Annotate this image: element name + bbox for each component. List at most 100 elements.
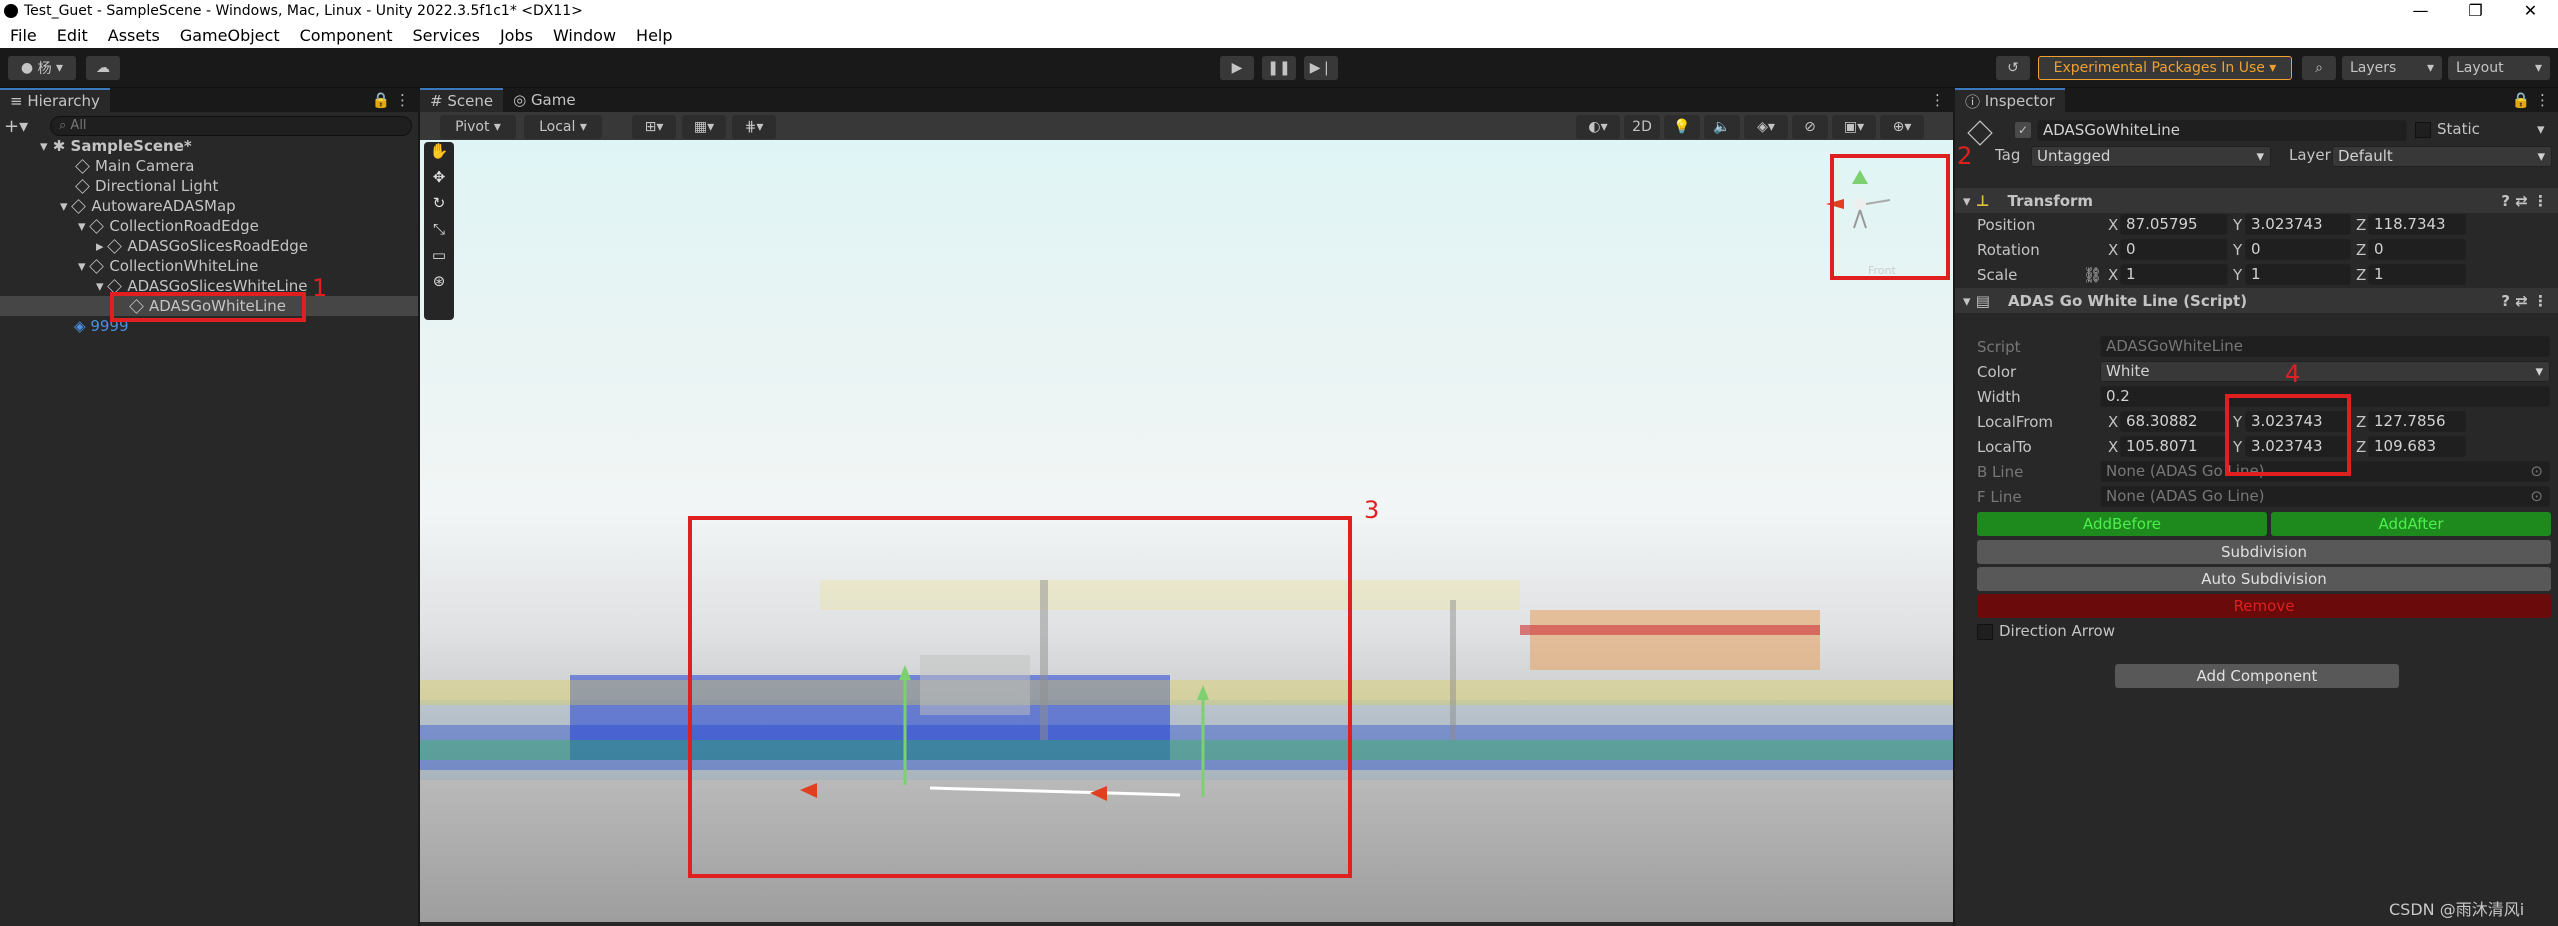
local-dropdown[interactable]: Local ▾ xyxy=(524,115,602,139)
help-icon[interactable]: ? ⇄ ⋮ xyxy=(2501,192,2548,210)
direction-arrow-checkbox[interactable] xyxy=(1977,624,1993,640)
step-icon[interactable]: ▶❘ xyxy=(1304,56,1338,80)
scale-tool-icon[interactable]: ⤡ xyxy=(424,220,454,246)
scale-x-field[interactable]: 1 xyxy=(2120,264,2228,285)
rotation-x-field[interactable]: 0 xyxy=(2120,239,2228,260)
add-component-button[interactable]: Add Component xyxy=(2115,664,2399,688)
list-item[interactable]: ▾ CollectionRoadEdge xyxy=(78,216,259,236)
menu-help[interactable]: Help xyxy=(626,26,682,45)
tab-hierarchy[interactable]: ≡ Hierarchy xyxy=(0,88,110,112)
search-icon[interactable]: ⌕ xyxy=(2302,56,2336,80)
menu-gameobject[interactable]: GameObject xyxy=(170,26,290,45)
position-z-field[interactable]: 118.7343 xyxy=(2368,214,2466,235)
rotate-tool-icon[interactable]: ↻ xyxy=(424,194,454,220)
lighting-icon[interactable]: 💡 xyxy=(1664,115,1700,139)
help-icon[interactable]: ? ⇄ ⋮ xyxy=(2501,292,2548,310)
f-line-field[interactable]: None (ADAS Go Line) ⊙ xyxy=(2100,486,2550,507)
account-button[interactable]: ● 杨 ▾ xyxy=(8,56,76,80)
list-item[interactable]: Main Camera xyxy=(75,156,194,176)
maximize-icon[interactable]: ❐ xyxy=(2448,0,2503,22)
play-icon[interactable]: ▶ xyxy=(1220,56,1254,80)
constrain-proportions-icon[interactable]: ⛓ xyxy=(2083,266,2102,284)
grid-snap-icon[interactable]: ⊞▾ xyxy=(632,115,676,139)
transform-tool-icon[interactable]: ⊛ xyxy=(424,272,454,298)
experimental-packages-button[interactable]: Experimental Packages In Use ▾ xyxy=(2038,56,2292,80)
snap-icon[interactable]: ▦▾ xyxy=(682,115,726,139)
pivot-dropdown[interactable]: Pivot ▾ xyxy=(440,115,516,139)
tab-scene[interactable]: # Scene xyxy=(420,88,504,112)
info-icon: ⓘ xyxy=(1965,92,1985,111)
tab-game[interactable]: ◎ Game xyxy=(503,91,586,109)
audio-icon[interactable]: 🔈 xyxy=(1704,115,1740,139)
axis-z-label: Z xyxy=(2356,216,2367,234)
remove-button[interactable]: Remove xyxy=(1977,594,2551,618)
add-icon[interactable]: +▾ xyxy=(4,116,44,137)
menu-assets[interactable]: Assets xyxy=(98,26,170,45)
local-from-z-field[interactable]: 127.7856 xyxy=(2368,411,2466,432)
cloud-icon[interactable]: ☁ xyxy=(86,56,120,80)
gizmos-icon[interactable]: ⊕▾ xyxy=(1880,115,1924,139)
more-icon[interactable]: 🔒 ⋮ xyxy=(372,91,410,109)
annotation-box-1 xyxy=(110,292,306,322)
transform-header[interactable]: ▾ ⊥ Transform? ⇄ ⋮ xyxy=(1955,188,2558,213)
menu-services[interactable]: Services xyxy=(402,26,489,45)
chevron-down-icon[interactable]: ▾ xyxy=(2537,120,2545,138)
chevron-down-icon: ▾ xyxy=(2256,147,2264,165)
axis-y-label: Y xyxy=(2233,216,2243,234)
menu-component[interactable]: Component xyxy=(290,26,403,45)
tag-dropdown[interactable]: Untagged ▾ xyxy=(2031,146,2271,167)
subdivision-button[interactable]: Subdivision xyxy=(1977,540,2551,564)
auto-subdivision-button[interactable]: Auto Subdivision xyxy=(1977,567,2551,591)
color-dropdown[interactable]: White ▾ xyxy=(2100,361,2550,382)
list-item[interactable]: Directional Light xyxy=(75,176,218,196)
visibility-icon[interactable]: ⊘ xyxy=(1792,115,1828,139)
list-item[interactable]: ▾ CollectionWhiteLine xyxy=(78,256,258,276)
menu-window[interactable]: Window xyxy=(543,26,626,45)
active-checkbox[interactable]: ✓ xyxy=(2015,122,2031,138)
script-header[interactable]: ▾ ▤ ADAS Go White Line (Script)? ⇄ ⋮ xyxy=(1955,288,2558,313)
position-y-field[interactable]: 3.023743 xyxy=(2245,214,2351,235)
add-before-button[interactable]: AddBefore xyxy=(1977,512,2267,536)
camera-icon[interactable]: ▣▾ xyxy=(1832,115,1876,139)
minimize-icon[interactable]: — xyxy=(2393,0,2448,22)
pause-icon[interactable]: ❚❚ xyxy=(1262,56,1296,80)
local-to-z-field[interactable]: 109.683 xyxy=(2368,436,2466,457)
local-from-label: LocalFrom xyxy=(1977,413,2054,431)
local-from-x-field[interactable]: 68.30882 xyxy=(2120,411,2228,432)
close-icon[interactable]: ✕ xyxy=(2503,0,2558,22)
layers-dropdown[interactable]: Layers ▾ xyxy=(2342,56,2442,80)
rotation-y-field[interactable]: 0 xyxy=(2245,239,2351,260)
tab-inspector[interactable]: ⓘ Inspector xyxy=(1955,88,2065,112)
mode-2d-button[interactable]: 2D xyxy=(1624,115,1660,139)
hierarchy-search-input[interactable]: ⌕ All xyxy=(50,116,412,136)
move-tool-icon[interactable]: ✥ xyxy=(424,168,454,194)
add-after-button[interactable]: AddAfter xyxy=(2271,512,2551,536)
scene-root[interactable]: ▾ ✱ SampleScene* xyxy=(40,136,192,156)
history-icon[interactable]: ↺ xyxy=(1996,56,2030,80)
menu-jobs[interactable]: Jobs xyxy=(490,26,543,45)
object-name-field[interactable]: ADASGoWhiteLine xyxy=(2037,120,2407,141)
more-icon[interactable]: ⋮ xyxy=(1930,91,1945,109)
position-x-field[interactable]: 87.05795 xyxy=(2120,214,2228,235)
effects-icon[interactable]: ◈▾ xyxy=(1744,115,1788,139)
local-to-x-field[interactable]: 105.8071 xyxy=(2120,436,2228,457)
rotation-z-field[interactable]: 0 xyxy=(2368,239,2466,260)
list-item[interactable]: ▸ ADASGoSlicesRoadEdge xyxy=(96,236,308,256)
shading-mode-icon[interactable]: ◐▾ xyxy=(1576,115,1620,139)
menu-file[interactable]: File xyxy=(0,26,47,45)
axis-z-label: Z xyxy=(2356,438,2367,456)
hierarchy-header: ≡ Hierarchy 🔒 ⋮ xyxy=(0,88,418,112)
scale-y-field[interactable]: 1 xyxy=(2245,264,2351,285)
more-icon[interactable]: 🔒 ⋮ xyxy=(2512,91,2550,109)
increment-snap-icon[interactable]: ⋕▾ xyxy=(732,115,776,139)
hierarchy-panel: ≡ Hierarchy 🔒 ⋮ +▾ ⌕ All ▾ ✱ SampleScene… xyxy=(0,88,418,926)
scale-z-field[interactable]: 1 xyxy=(2368,264,2466,285)
unity-logo-icon xyxy=(4,4,18,18)
list-item[interactable]: ▾ AutowareADASMap xyxy=(60,196,236,216)
layout-dropdown[interactable]: Layout ▾ xyxy=(2448,56,2550,80)
hand-tool-icon[interactable]: ✋ xyxy=(424,142,454,168)
menu-edit[interactable]: Edit xyxy=(47,26,98,45)
layer-dropdown[interactable]: Default ▾ xyxy=(2332,146,2552,167)
static-checkbox[interactable] xyxy=(2415,122,2431,138)
rect-tool-icon[interactable]: ▭ xyxy=(424,246,454,272)
